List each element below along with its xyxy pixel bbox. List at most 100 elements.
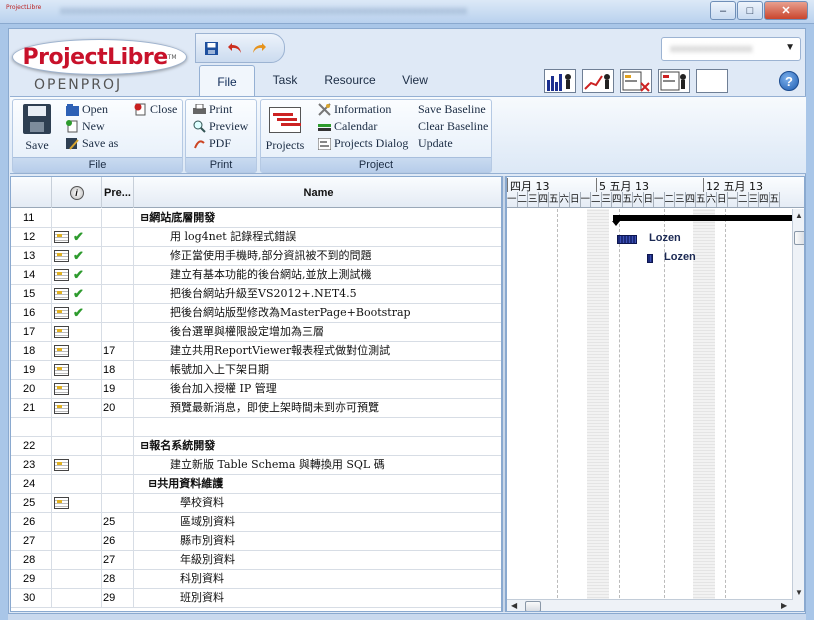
table-row[interactable]: 24 ⊟共用資料維護 [11,475,501,494]
name-header[interactable]: Name [134,177,501,208]
row-number-header[interactable] [11,177,52,208]
task-usage-view-icon[interactable] [620,69,652,93]
predecessors-cell[interactable] [102,285,134,303]
predecessors-cell[interactable] [102,323,134,341]
information-button[interactable]: Information [317,102,391,117]
task-name-cell[interactable]: 把後台網站版型修改為MasterPage+Bootstrap [134,304,501,322]
task-notes-icon[interactable] [54,231,69,243]
resource-histogram-view-icon[interactable] [544,69,576,93]
task-name-cell[interactable]: 建立新版 Table Schema 與轉換用 SQL 碼 [134,456,501,474]
predecessors-cell[interactable]: 17 [102,342,134,360]
table-row[interactable]: 30 29 班別資料 [11,589,501,608]
task-name-cell[interactable]: ⊟網站底層開發 [134,209,501,227]
scroll-right-arrow-icon[interactable]: ▶ [781,601,787,610]
task-notes-icon[interactable] [54,307,69,319]
table-row[interactable]: 26 25 區域別資料 [11,513,501,532]
task-notes-icon[interactable] [54,326,69,338]
task-notes-icon[interactable] [54,250,69,262]
task-name-cell[interactable]: ⊟報名系統開發 [134,437,501,455]
table-row[interactable]: 18 17 建立共用ReportViewer報表程式做對位測試 [11,342,501,361]
task-notes-icon[interactable] [54,402,69,414]
project-selector-dropdown[interactable]: xxxxxxxxxxxxxxx ▼ [661,37,801,61]
task-notes-icon[interactable] [54,345,69,357]
task-name-cell[interactable]: 建立有基本功能的後台網站,並放上測試機 [134,266,501,284]
gantt-horizontal-scrollbar[interactable]: ◀ ▶ [507,599,793,611]
predecessors-cell[interactable] [102,209,134,227]
predecessors-cell[interactable] [102,304,134,322]
task-name-cell[interactable]: 縣市別資料 [134,532,501,550]
task-name-cell[interactable]: 科別資料 [134,570,501,588]
task-name-cell[interactable]: ⊟共用資料維護 [134,475,501,493]
redo-icon[interactable] [250,39,268,57]
calendar-button[interactable]: Calendar [317,119,377,134]
update-button[interactable]: Update [418,136,453,151]
task-name-cell[interactable] [134,418,501,436]
task-name-cell[interactable]: 帳號加入上下架日期 [134,361,501,379]
table-row[interactable]: 29 28 科別資料 [11,570,501,589]
task-name-cell[interactable]: 用 log4net 記錄程式錯誤 [134,228,501,246]
table-row[interactable]: 15 ✔ 把後台網站升級至VS2012+.NET4.5 [11,285,501,304]
task-name-cell[interactable]: 後台選單與權限設定增加為三層 [134,323,501,341]
table-row[interactable]: 12 ✔ 用 log4net 記錄程式錯誤 [11,228,501,247]
task-name-cell[interactable]: 修正當使用手機時,部分資訊被不到的問題 [134,247,501,265]
task-name-cell[interactable]: 年級別資料 [134,551,501,569]
predecessors-cell[interactable] [102,494,134,512]
table-row[interactable] [11,418,501,437]
gantt-vertical-scrollbar[interactable]: ▲ ▼ [792,209,804,611]
table-row[interactable]: 20 19 後台加入授權 IP 管理 [11,380,501,399]
table-row[interactable]: 22 ⊟報名系統開發 [11,437,501,456]
table-row[interactable]: 27 26 縣市別資料 [11,532,501,551]
new-button[interactable]: New [65,119,105,134]
task-notes-icon[interactable] [54,364,69,376]
predecessors-cell[interactable] [102,475,134,493]
table-row[interactable]: 23 建立新版 Table Schema 與轉換用 SQL 碼 [11,456,501,475]
projects-button[interactable]: Projects [265,104,305,154]
undo-icon[interactable] [226,39,244,57]
gantt-vscroll-thumb[interactable] [794,231,804,245]
preview-button[interactable]: Preview [192,119,248,134]
tab-resource[interactable]: Resource [315,65,385,95]
table-row[interactable]: 13 ✔ 修正當使用手機時,部分資訊被不到的問題 [11,247,501,266]
indicators-header[interactable]: i [52,177,102,208]
clear-baseline-button[interactable]: Clear Baseline [418,119,488,134]
scroll-up-arrow-icon[interactable]: ▲ [795,211,803,220]
no-sub-view-icon[interactable] [696,69,728,93]
print-button[interactable]: Print [192,102,232,117]
tab-file[interactable]: File [199,65,255,97]
table-row[interactable]: 14 ✔ 建立有基本功能的後台網站,並放上測試機 [11,266,501,285]
task-notes-icon[interactable] [54,269,69,281]
scroll-down-arrow-icon[interactable]: ▼ [795,588,803,597]
projects-dialog-button[interactable]: Projects Dialog [317,136,408,151]
predecessors-cell[interactable]: 29 [102,589,134,607]
table-row[interactable]: 17 後台選單與權限設定增加為三層 [11,323,501,342]
predecessors-cell[interactable]: 28 [102,570,134,588]
task-name-cell[interactable]: 學校資料 [134,494,501,512]
tab-view[interactable]: View [387,65,443,95]
predecessors-cell[interactable]: 26 [102,532,134,550]
tab-task[interactable]: Task [257,65,313,95]
predecessors-cell[interactable]: 19 [102,380,134,398]
task-name-cell[interactable]: 區域別資料 [134,513,501,531]
predecessors-cell[interactable]: 25 [102,513,134,531]
predecessors-cell[interactable] [102,228,134,246]
predecessors-cell[interactable] [102,456,134,474]
pdf-button[interactable]: PDF [192,136,231,151]
predecessors-cell[interactable]: 20 [102,399,134,417]
table-row[interactable]: 16 ✔ 把後台網站版型修改為MasterPage+Bootstrap [11,304,501,323]
maximize-button[interactable]: □ [737,1,763,20]
table-row[interactable]: 21 20 預覽最新消息，即使上架時間未到亦可預覽 [11,399,501,418]
task-notes-icon[interactable] [54,383,69,395]
task-bar[interactable] [617,235,637,244]
predecessors-cell[interactable] [102,247,134,265]
predecessors-cell[interactable]: 27 [102,551,134,569]
save-icon[interactable] [202,39,220,57]
resource-usage-view-icon[interactable] [658,69,690,93]
save-button[interactable]: Save [17,104,57,154]
close-project-button[interactable]: Close [133,102,177,117]
close-window-button[interactable]: ✕ [764,1,808,20]
task-notes-icon[interactable] [54,497,69,509]
predecessors-header[interactable]: Pre... [102,177,134,208]
summary-task-bar[interactable] [612,215,793,226]
task-notes-icon[interactable] [54,288,69,300]
minimize-button[interactable]: – [710,1,736,20]
